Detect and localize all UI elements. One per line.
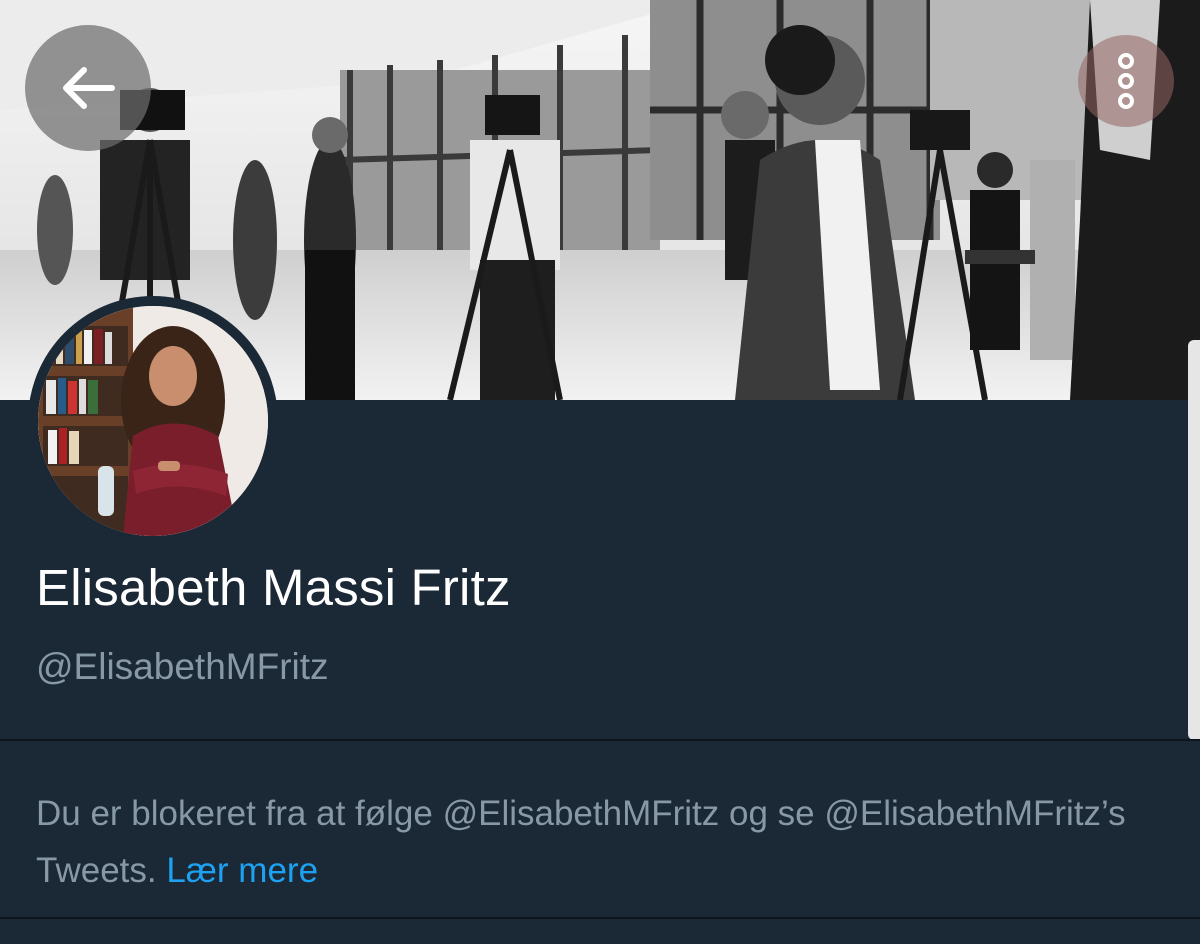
profile-screen: Elisabeth Massi Fritz @ElisabethMFritz D…: [0, 0, 1200, 944]
divider: [0, 739, 1200, 741]
back-button[interactable]: [25, 25, 151, 151]
learn-more-link[interactable]: Lær mere: [166, 851, 318, 890]
arrow-left-icon: [60, 66, 116, 110]
scroll-indicator: [1188, 340, 1200, 740]
avatar[interactable]: [28, 296, 278, 546]
profile-handle: @ElisabethMFritz: [36, 646, 329, 687]
profile-display-name: Elisabeth Massi Fritz: [36, 559, 511, 616]
more-vertical-icon: [1114, 53, 1138, 109]
blocked-notice: Du er blokeret fra at følge @ElisabethMF…: [36, 785, 1166, 899]
divider: [0, 917, 1200, 919]
more-options-button[interactable]: [1078, 35, 1174, 127]
avatar-image: [38, 306, 268, 536]
